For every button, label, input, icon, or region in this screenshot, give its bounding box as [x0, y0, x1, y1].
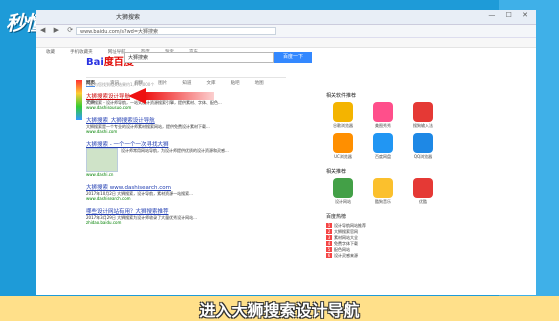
window-controls[interactable]: — ☐ ✕	[488, 11, 532, 19]
sidebar-heading: 相关推荐	[326, 169, 347, 175]
app-item[interactable]: 搜狗输入法	[406, 102, 440, 129]
right-sidebar: 相关软件推荐 谷歌浏览器 美图秀秀 搜狗输入法 UC浏览器 百度网盘 QQ浏览器 相关推荐…	[326, 88, 476, 259]
result-url[interactable]: www.dashi.cn	[86, 172, 286, 177]
hot-item[interactable]: 6 设计灵感来源	[326, 253, 476, 259]
tab-map[interactable]: 地图	[255, 80, 264, 86]
result-title[interactable]: 大狮搜索 - 一个一个一次寻找大狮	[86, 140, 286, 148]
app-icon	[333, 102, 353, 122]
sidebar-heading: 相关软件推荐	[326, 93, 357, 99]
app-item[interactable]: 美图秀秀	[366, 102, 400, 129]
hot-rank: 5	[326, 247, 332, 252]
hot-text: 设计灵感来源	[334, 253, 358, 258]
result-item: 大狮搜索_大狮搜索设计导航 大狮搜索是一个专业的设计师素材搜索网站，提供免费设计…	[86, 116, 286, 134]
app-label: 酷狗音乐	[375, 199, 391, 204]
app-icon	[413, 133, 433, 153]
side-color-bar	[76, 80, 82, 120]
app-label: 百度网盘	[375, 154, 391, 159]
app-item[interactable]: 设计网站	[326, 178, 360, 205]
app-item[interactable]: 酷狗音乐	[366, 178, 400, 205]
tab-tieba[interactable]: 贴吧	[231, 80, 240, 86]
result-snippet: 设计师常用网站导航，为设计师提供优质的设计资源和灵感...	[86, 148, 286, 172]
tab-zhidao[interactable]: 知道	[182, 80, 191, 86]
app-label: 美图秀秀	[375, 123, 391, 128]
app-icon	[373, 102, 393, 122]
app-icon	[333, 133, 353, 153]
search-input[interactable]: 大狮搜索	[124, 52, 274, 63]
result-thumbnail	[86, 148, 118, 172]
app-grid: 谷歌浏览器 美图秀秀 搜狗输入法 UC浏览器 百度网盘 QQ浏览器	[326, 102, 476, 164]
app-item[interactable]: 百度网盘	[366, 133, 400, 160]
annotation-arrow-icon	[128, 88, 146, 104]
url-input[interactable]: www.baidu.com/s?wd=大狮搜索	[76, 27, 276, 35]
hot-rank: 4	[326, 241, 332, 246]
results-list: 大狮搜索设计导航 大狮搜索 - 设计师导航，一站式设计资源搜索引擎，提供素材、字…	[86, 92, 286, 231]
bookmarks-bar: 收藏 手机收藏夹 网址导航 百度 淘宝 京东	[36, 38, 536, 55]
hot-list: 1 设计导航网站推荐 2 大狮搜索官网 3 素材网站大全 4 免费字体下载 5 配色网站 6 设计灵感…	[326, 223, 476, 259]
address-bar: ◀ ▶ ⟳ www.baidu.com/s?wd=大狮搜索	[36, 25, 536, 38]
app-item[interactable]: 优酷	[406, 178, 440, 205]
result-title[interactable]: 大狮搜索 www.dashisearch.com	[86, 183, 286, 191]
app-label: QQ浏览器	[413, 154, 433, 159]
sidebar-heading: 百度热榜	[326, 214, 347, 220]
app-item[interactable]: 谷歌浏览器	[326, 102, 360, 129]
app-icon	[413, 102, 433, 122]
search-button[interactable]: 百度一下	[274, 52, 312, 63]
nav-buttons[interactable]: ◀ ▶ ⟳	[40, 26, 76, 34]
app-item[interactable]: QQ浏览器	[406, 133, 440, 160]
hot-rank: 6	[326, 253, 332, 258]
hot-text: 配色网站	[334, 247, 350, 252]
app-icon	[413, 178, 433, 198]
app-icon	[333, 178, 353, 198]
hot-text: 素材网站大全	[334, 235, 358, 240]
title-bar: 大狮搜索 — ☐ ✕	[36, 10, 536, 25]
result-item: 哪些设计网站有用？大狮搜索推荐 2017年3月29日 大狮搜索为设计师收录了大量…	[86, 207, 286, 225]
search-tabs: 网页 资讯 视频 图片 知道 文库 贴吧 地图 更多	[86, 69, 286, 105]
app-icon	[373, 133, 393, 153]
result-title[interactable]: 哪些设计网站有用？大狮搜索推荐	[86, 207, 286, 215]
tab-images[interactable]: 图片	[158, 80, 167, 86]
app-label: 搜狗输入法	[413, 123, 433, 128]
app-label: UC浏览器	[334, 154, 352, 159]
hot-text: 大狮搜索官网	[334, 229, 358, 234]
result-item: 大狮搜索 www.dashisearch.com 2017年10月2日 大狮搜索…	[86, 183, 286, 201]
app-label: 设计网站	[335, 199, 351, 204]
result-title[interactable]: 大狮搜索_大狮搜索设计导航	[86, 116, 286, 124]
app-grid: 设计网站 酷狗音乐 优酷	[326, 178, 476, 209]
tab-wenku[interactable]: 文库	[206, 80, 215, 86]
result-url[interactable]: www.dashisearch.com	[86, 196, 286, 201]
browser-screen: 大狮搜索 — ☐ ✕ ◀ ▶ ⟳ www.baidu.com/s?wd=大狮搜索…	[36, 10, 536, 295]
hot-text: 设计导航网站推荐	[334, 223, 366, 228]
hot-rank: 3	[326, 235, 332, 240]
app-icon	[373, 178, 393, 198]
video-subtitle: 进入大狮搜索设计导航	[199, 301, 360, 320]
result-url[interactable]: www.dashisousuo.com	[86, 105, 286, 110]
result-url[interactable]: www.dashi.com	[86, 129, 286, 134]
result-url[interactable]: zhidao.baidu.com	[86, 220, 286, 225]
app-label: 谷歌浏览器	[333, 123, 353, 128]
hot-rank: 2	[326, 229, 332, 234]
hot-rank: 1	[326, 223, 332, 228]
window-title: 大狮搜索	[116, 14, 141, 21]
annotation-arrow-tail	[144, 92, 214, 100]
hot-text: 免费字体下载	[334, 241, 358, 246]
app-item[interactable]: UC浏览器	[326, 133, 360, 160]
bookmark-item[interactable]: 收藏	[46, 49, 55, 55]
result-item: 大狮搜索 - 一个一个一次寻找大狮 设计师常用网站导航，为设计师提供优质的设计资…	[86, 140, 286, 177]
app-label: 优酷	[419, 199, 427, 204]
